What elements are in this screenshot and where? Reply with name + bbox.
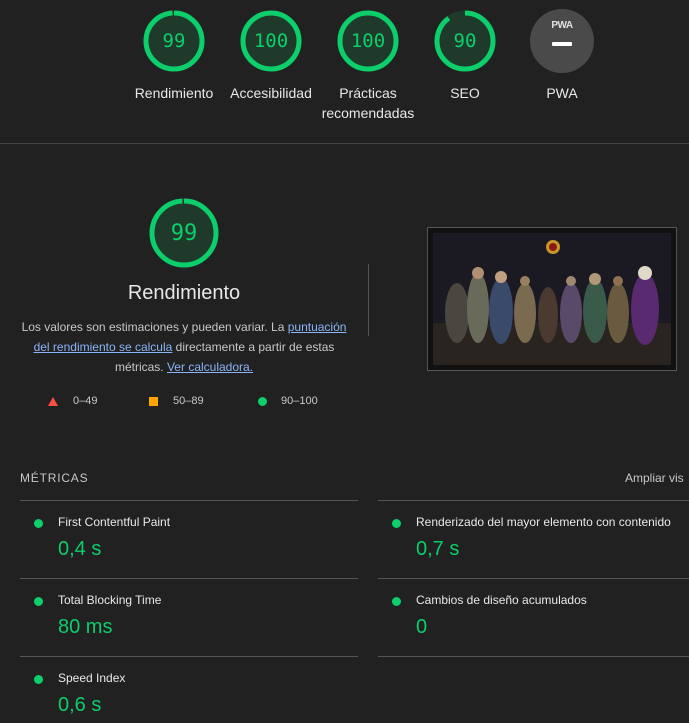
metric-fcp: First Contentful Paint 0,4 s — [34, 515, 354, 565]
vertical-divider — [368, 264, 369, 336]
metric-speed-index: Speed Index 0,6 s — [34, 671, 354, 721]
pass-circle-icon — [392, 519, 401, 528]
screenshot-image — [433, 233, 671, 365]
legend-fail: 0–49 — [73, 395, 98, 407]
pwa-badge-text: PWA — [551, 20, 573, 31]
gauge-score: 90 — [453, 30, 477, 52]
pass-circle-icon — [258, 397, 267, 406]
metric-value: 0,4 s — [58, 538, 102, 560]
gauge-accessibility[interactable]: 100 — [239, 9, 303, 73]
metrics-heading: MÉTRICAS — [20, 471, 89, 485]
screenshot-art — [433, 233, 671, 365]
desc-text-1: Los valores son estimaciones y pueden va… — [21, 320, 288, 334]
metric-cls: Cambios de diseño acumulados 0 — [392, 593, 689, 643]
gauge-label-best-practices: Prácticas recomendadas — [321, 85, 415, 121]
legend-pass: 90–100 — [281, 395, 318, 407]
gauge-score: 99 — [162, 30, 186, 52]
metric-name: Renderizado del mayor elemento con conte… — [416, 515, 671, 529]
metric-divider — [20, 500, 358, 501]
gauge-score: 100 — [350, 30, 386, 52]
performance-score: 99 — [170, 220, 198, 246]
metric-lcp: Renderizado del mayor elemento con conte… — [392, 515, 689, 565]
pass-circle-icon — [34, 597, 43, 606]
fail-triangle-icon — [48, 397, 58, 406]
metric-name: Total Blocking Time — [58, 593, 162, 607]
pass-circle-icon — [34, 675, 43, 684]
gauge-label-seo: SEO — [450, 85, 480, 101]
gauge-label-performance: Rendimiento — [134, 85, 214, 101]
metric-value: 80 ms — [58, 616, 113, 638]
gauge-performance[interactable]: 99 — [142, 9, 206, 73]
metric-divider — [20, 656, 358, 657]
metric-value: 0,6 s — [58, 694, 102, 716]
average-square-icon — [149, 397, 158, 406]
metric-name: Speed Index — [58, 671, 126, 685]
legend-average: 50–89 — [173, 395, 204, 407]
pass-circle-icon — [392, 597, 401, 606]
gauge-seo[interactable]: 90 — [433, 9, 497, 73]
metric-divider — [378, 656, 689, 657]
metric-value: 0,7 s — [416, 538, 460, 560]
performance-title: Rendimiento — [127, 282, 241, 304]
gauge-label-pwa: PWA — [546, 85, 578, 101]
pwa-dash-icon — [552, 42, 572, 46]
metric-divider — [378, 578, 689, 579]
metric-divider — [20, 578, 358, 579]
metric-value: 0 — [416, 616, 428, 638]
metric-divider — [378, 500, 689, 501]
performance-gauge: 99 — [148, 197, 220, 269]
page-screenshot-thumbnail[interactable] — [427, 227, 677, 371]
metric-tbt: Total Blocking Time 80 ms — [34, 593, 354, 643]
metric-name: First Contentful Paint — [58, 515, 171, 529]
calculator-link[interactable]: Ver calculadora. — [167, 360, 253, 374]
pass-circle-icon — [34, 519, 43, 528]
header-divider — [0, 143, 689, 144]
performance-description: Los valores son estimaciones y pueden va… — [14, 317, 354, 377]
gauge-score: 100 — [253, 30, 289, 52]
gauge-best-practices[interactable]: 100 — [336, 9, 400, 73]
expand-view-toggle[interactable]: Ampliar vis — [625, 471, 684, 485]
gauge-label-accessibility: Accesibilidad — [230, 85, 312, 101]
gauge-pwa[interactable]: PWA — [530, 9, 594, 73]
metric-name: Cambios de diseño acumulados — [416, 593, 587, 607]
